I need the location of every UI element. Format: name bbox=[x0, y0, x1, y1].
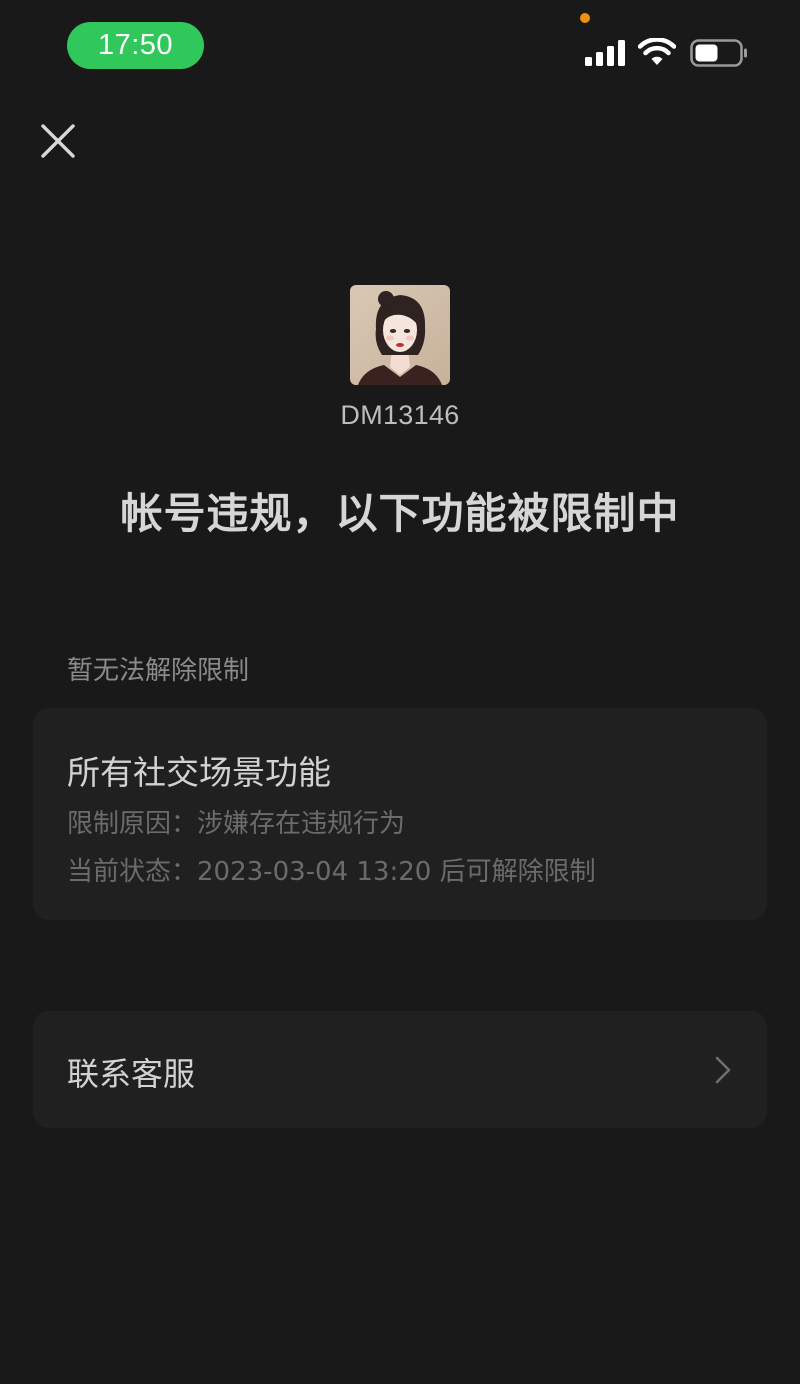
restriction-state: 当前状态：2023-03-04 13:20 后可解除限制 bbox=[67, 851, 596, 888]
restriction-card: 所有社交场景功能 限制原因：涉嫌存在违规行为 当前状态：2023-03-04 1… bbox=[33, 708, 767, 920]
page-title: 帐号违规，以下功能被限制中 bbox=[120, 489, 680, 538]
signal-icon bbox=[585, 40, 625, 66]
close-icon[interactable] bbox=[38, 121, 78, 161]
status-bar: 17:50 bbox=[0, 0, 800, 90]
chevron-right-icon bbox=[715, 1056, 731, 1084]
restriction-reason-label: 限制原因： bbox=[67, 809, 198, 839]
restriction-reason-value: 涉嫌存在违规行为 bbox=[197, 809, 406, 839]
wifi-icon bbox=[638, 38, 676, 65]
restriction-title: 所有社交场景功能 bbox=[67, 753, 331, 792]
section-label: 暂无法解除限制 bbox=[67, 656, 250, 686]
avatar bbox=[350, 285, 450, 385]
username: DM13146 bbox=[340, 400, 460, 430]
privacy-indicator-dot bbox=[580, 13, 590, 23]
battery-icon bbox=[690, 39, 747, 67]
restriction-state-value: 2023-03-04 13:20 后可解除限制 bbox=[197, 857, 596, 887]
status-time: 17:50 bbox=[67, 22, 204, 69]
restriction-state-label: 当前状态： bbox=[67, 857, 198, 887]
contact-support-button[interactable]: 联系客服 bbox=[33, 1011, 767, 1128]
contact-support-label: 联系客服 bbox=[67, 1055, 196, 1093]
restriction-reason: 限制原因：涉嫌存在违规行为 bbox=[67, 803, 405, 840]
